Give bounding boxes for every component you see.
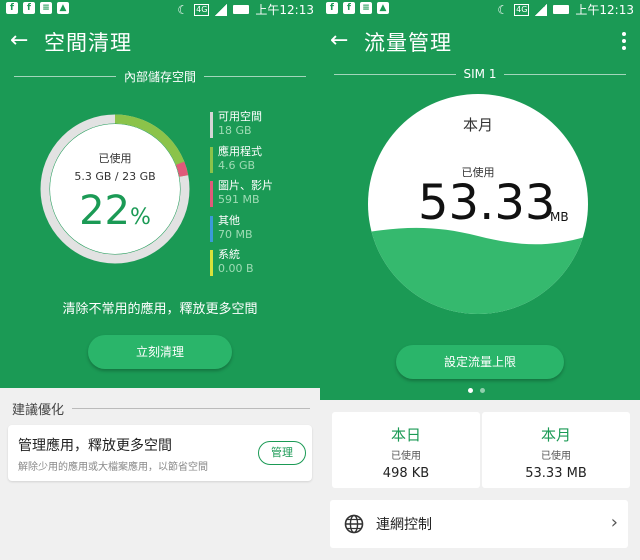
message-icon: ≡: [360, 2, 372, 14]
month-title: 本月: [540, 426, 571, 444]
message-icon: ≡: [40, 2, 52, 14]
data-usage-gauge: 本月 已使用 53.33 MB: [368, 94, 588, 314]
app-bar: ← 空間清理: [0, 24, 320, 60]
moon-icon: ☾: [177, 2, 189, 17]
legend-value: 70 MB: [218, 227, 253, 241]
network-control-row[interactable]: 連網控制 ›: [330, 500, 628, 548]
legend-label: 應用程式: [218, 144, 262, 158]
storage-legend: 可用空間 18 GB 應用程式 4.6 GB 圖片、影片 591 MB 其他 7…: [210, 110, 310, 283]
used-label: 已使用: [98, 152, 132, 165]
month-value: 53.33 MB: [525, 466, 587, 481]
manage-apps-card[interactable]: 管理應用，釋放更多空間 解除少用的應用或大檔案應用，以節省空間 管理: [8, 425, 312, 481]
card-subtitle: 解除少用的應用或大檔案應用，以節省空間: [18, 462, 208, 473]
legend-value: 4.6 GB: [218, 158, 256, 172]
sim-label: SIM 1: [463, 67, 497, 81]
donut-center: 已使用 5.3 GB / 23 GB 22%: [50, 124, 180, 254]
facebook-icon: f: [23, 2, 35, 14]
divider: [334, 73, 456, 75]
page-title: 空間清理: [44, 31, 132, 55]
used-amount: 5.3 GB / 23 GB: [74, 170, 156, 183]
chevron-right-icon: ›: [610, 512, 618, 533]
page-dot[interactable]: [480, 388, 485, 393]
divider: [204, 75, 307, 77]
network-control-label: 連網控制: [376, 517, 432, 533]
legend-label: 其他: [218, 213, 240, 227]
app-bar: ← 流量管理: [320, 24, 640, 60]
legend-swatch: [210, 112, 213, 138]
facebook-icon: f: [343, 2, 355, 14]
legend-value: 591 MB: [218, 193, 260, 206]
month-used-label: 已使用: [541, 451, 571, 462]
image-icon: ▲: [57, 2, 69, 14]
signal-icon: [535, 3, 548, 16]
facebook-icon: f: [326, 2, 338, 14]
gauge-unit: MB: [550, 210, 569, 224]
legend-item-other: 其他 70 MB: [210, 214, 310, 249]
facebook-icon: f: [6, 2, 18, 14]
set-data-limit-button[interactable]: 設定流量上限: [396, 345, 564, 379]
notification-icons: f f ≡ ▲: [6, 2, 69, 14]
gauge-value: 53.33: [418, 175, 556, 231]
status-indicators: ☾ 4G 上午12:13: [497, 1, 634, 18]
page-dot-active[interactable]: [468, 388, 473, 393]
signal-icon: [215, 3, 228, 16]
status-indicators: ☾ 4G 上午12:13: [177, 1, 314, 18]
network-type-badge: 4G: [194, 3, 210, 16]
divider: [72, 407, 310, 409]
today-value: 498 KB: [382, 466, 430, 481]
legend-item-free: 可用空間 18 GB: [210, 110, 310, 145]
image-icon: ▲: [377, 2, 389, 14]
manage-button[interactable]: 管理: [258, 441, 306, 465]
today-used-label: 已使用: [391, 451, 421, 462]
clock: 上午12:13: [255, 3, 314, 17]
legend-item-apps: 應用程式 4.6 GB: [210, 145, 310, 180]
card-title: 管理應用，釋放更多空間: [18, 438, 172, 454]
legend-label: 系統: [218, 248, 240, 261]
back-arrow-icon[interactable]: ←: [10, 27, 28, 55]
legend-swatch: [210, 250, 213, 276]
back-arrow-icon[interactable]: ←: [330, 27, 348, 55]
internal-storage-header: 內部儲存空間: [14, 68, 307, 84]
month-usage-card: 本月 已使用 53.33 MB: [482, 412, 630, 488]
clock: 上午12:13: [575, 3, 634, 17]
gauge-period: 本月: [462, 116, 493, 134]
data-usage-screen: f f ≡ ▲ ☾ 4G 上午12:13 ← 流量管理 SIM 1 本月 已使用…: [320, 0, 640, 560]
notification-icons: f f ≡ ▲: [326, 2, 389, 14]
page-title: 流量管理: [364, 31, 452, 55]
storage-cleanup-screen: f f ≡ ▲ ☾ 4G 上午12:13 ← 空間清理 內部儲存空間 已使用 5…: [0, 0, 320, 560]
legend-swatch: [210, 146, 213, 173]
page-indicator: [468, 388, 485, 393]
legend-item-system: 系統 0.00 B: [210, 248, 310, 283]
legend-label: 可用空間: [218, 110, 262, 123]
percent-value: 22: [79, 188, 130, 234]
battery-icon: [233, 5, 250, 14]
today-title: 本日: [390, 426, 421, 444]
suggestion-header: 建議優化: [12, 400, 310, 418]
battery-icon: [553, 5, 570, 14]
sim-header: SIM 1: [334, 66, 626, 82]
legend-label: 圖片、影片: [218, 179, 273, 192]
legend-value: 0.00 B: [218, 262, 254, 275]
divider: [504, 73, 626, 75]
storage-usage-donut: 已使用 5.3 GB / 23 GB 22%: [40, 114, 190, 264]
suggestion-title: 建議優化: [12, 402, 65, 418]
globe-icon: [344, 514, 364, 534]
network-type-badge: 4G: [514, 3, 530, 16]
clean-now-button[interactable]: 立刻清理: [88, 335, 232, 369]
section-title: 內部儲存空間: [124, 69, 197, 84]
moon-icon: ☾: [497, 2, 509, 17]
divider: [14, 75, 116, 77]
more-options-icon[interactable]: [622, 32, 626, 50]
percent-sign: %: [130, 205, 151, 230]
status-bar: f f ≡ ▲ ☾ 4G 上午12:13: [320, 0, 640, 18]
usage-wave: [368, 227, 588, 314]
status-bar: f f ≡ ▲ ☾ 4G 上午12:13: [0, 0, 320, 18]
cleanup-hint: 清除不常用的應用，釋放更多空間: [62, 302, 258, 317]
legend-value: 18 GB: [218, 124, 252, 137]
legend-swatch: [210, 215, 213, 242]
legend-swatch: [210, 181, 213, 207]
today-usage-card: 本日 已使用 498 KB: [332, 412, 480, 488]
legend-item-media: 圖片、影片 591 MB: [210, 179, 310, 214]
used-percent: 22%: [50, 189, 180, 240]
